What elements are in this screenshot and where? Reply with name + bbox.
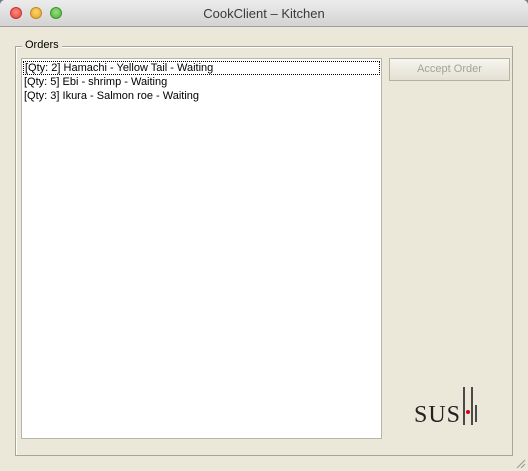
orders-group-label: Orders xyxy=(22,39,62,51)
kitchen-window: CookClient – Kitchen Orders [Qty: 2] Ham… xyxy=(0,0,528,471)
resize-grip-icon[interactable] xyxy=(514,457,526,469)
window-title: CookClient – Kitchen xyxy=(203,6,325,21)
svg-text:SUS: SUS xyxy=(414,402,461,427)
order-list-item[interactable]: [Qty: 5] Ebi - shrimp - Waiting xyxy=(22,75,381,89)
sushi-logo-icon: SUS xyxy=(414,387,477,427)
accept-order-button[interactable]: Accept Order xyxy=(389,58,510,81)
order-list-item[interactable]: [Qty: 2] Hamachi - Yellow Tail - Waiting xyxy=(23,61,380,75)
orders-list[interactable]: [Qty: 2] Hamachi - Yellow Tail - Waiting… xyxy=(21,58,382,439)
title-bar[interactable]: CookClient – Kitchen xyxy=(0,0,528,27)
order-list-item[interactable]: [Qty: 3] Ikura - Salmon roe - Waiting xyxy=(22,89,381,103)
